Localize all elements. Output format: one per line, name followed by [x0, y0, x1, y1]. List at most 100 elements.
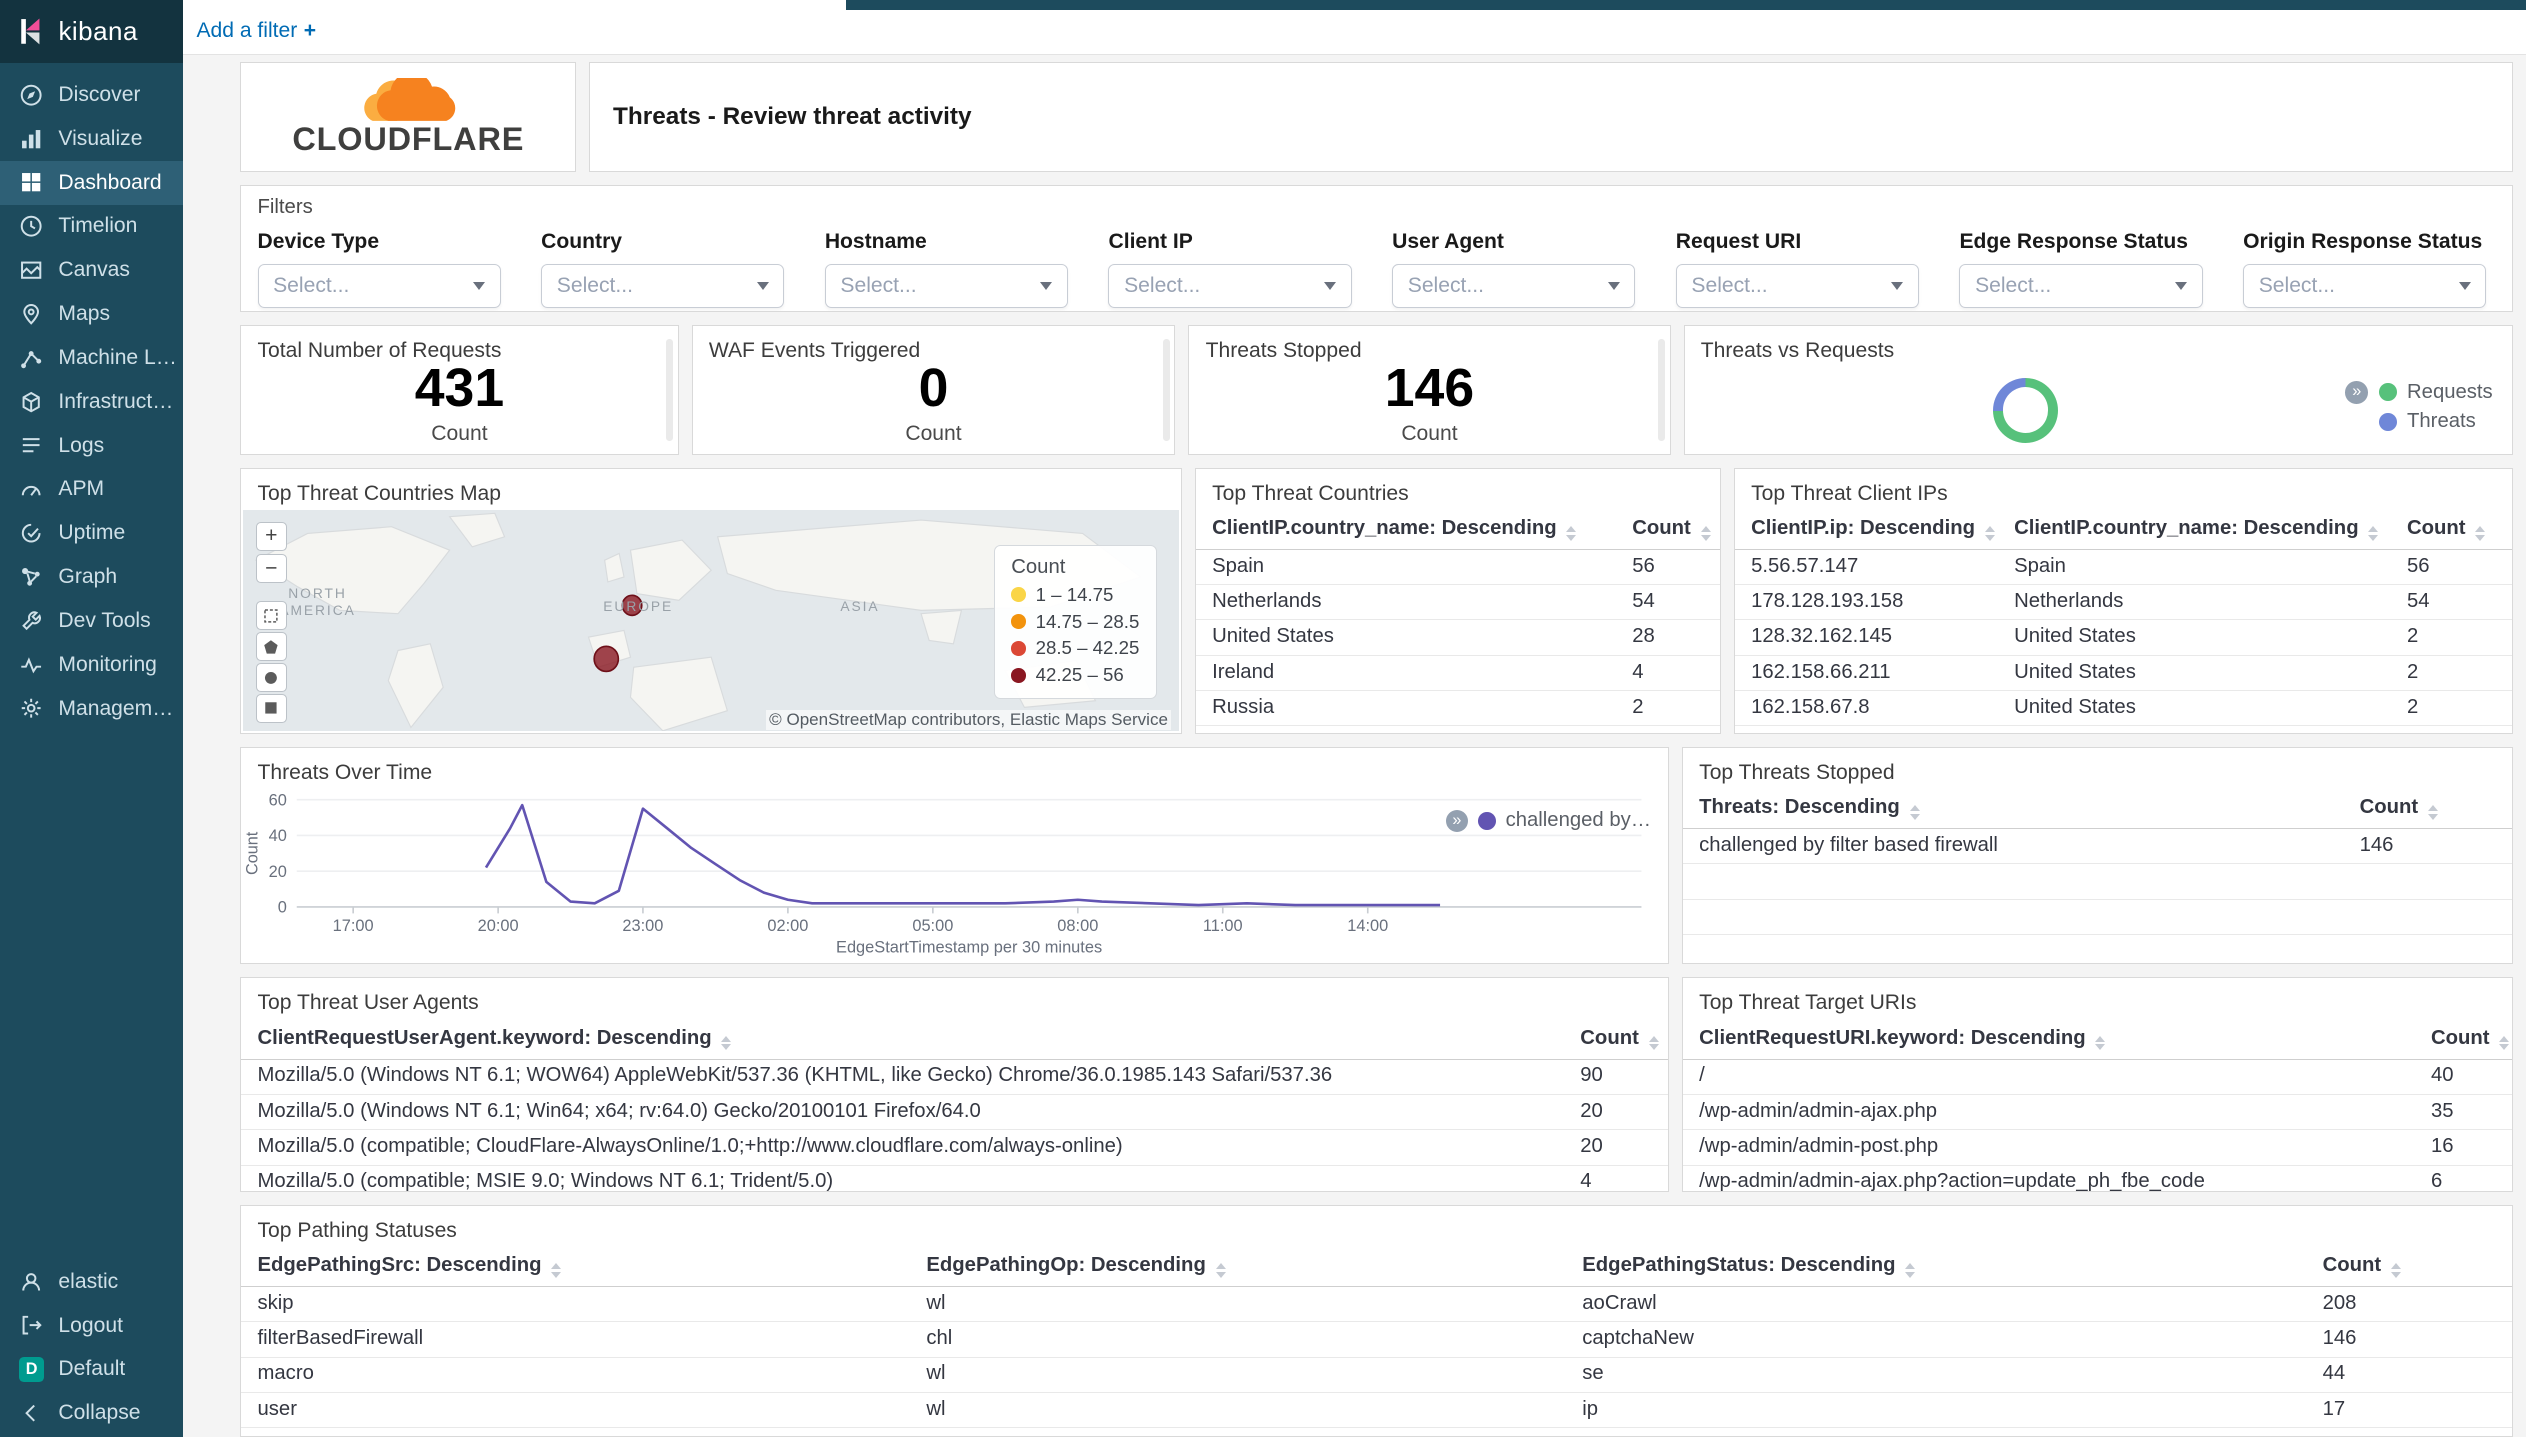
scrollbar[interactable]	[1658, 338, 1665, 441]
legend-item-threats[interactable]: Threats	[2379, 410, 2492, 433]
legend-item-requests[interactable]: Requests	[2379, 380, 2493, 404]
svg-text:60: 60	[269, 791, 287, 809]
select-placeholder: Select...	[2258, 273, 2335, 297]
column-header-edgepathingstatus-descending[interactable]: EdgePathingStatus: Descending	[1566, 1247, 2307, 1287]
sort-icon	[721, 1036, 732, 1050]
column-header-count[interactable]: Count	[1615, 510, 1720, 550]
scrollbar[interactable]	[1163, 338, 1170, 441]
panel-title: Top Threat Target URIs	[1699, 991, 1917, 1015]
column-header-count[interactable]: Count	[2390, 510, 2513, 550]
sort-icon	[1700, 526, 1711, 541]
column-header-edgepathingop-descending[interactable]: EdgePathingOp: Descending	[910, 1247, 1567, 1287]
filter-select-edge-response-status[interactable]: Select...	[1959, 263, 2203, 308]
table-row: Mozilla/5.0 (Windows NT 6.1; WOW64) Appl…	[241, 1059, 1668, 1095]
sidebar-item-elastic[interactable]: elastic	[0, 1260, 183, 1304]
map-attribution[interactable]: © OpenStreetMap contributors, Elastic Ma…	[765, 709, 1172, 730]
sidebar-item-logout[interactable]: Logout	[0, 1304, 183, 1348]
filter-select-client-ip[interactable]: Select...	[1108, 263, 1352, 308]
map-point-spain[interactable]	[593, 645, 620, 673]
infrastructure-icon	[19, 390, 43, 414]
panel-top-threat-user-agents: Top Threat User Agents ClientRequestUser…	[240, 977, 1669, 1192]
sidebar-item-maps[interactable]: Maps	[0, 292, 183, 336]
sort-icon	[551, 1263, 562, 1278]
chevron-down-icon	[1040, 281, 1053, 290]
column-header-count[interactable]: Count	[1564, 1020, 1668, 1060]
column-header-count[interactable]: Count	[2306, 1247, 2513, 1287]
metric-label: Count	[431, 422, 488, 446]
maps-icon	[19, 302, 43, 326]
add-filter-button[interactable]: Add a filter +	[196, 19, 316, 43]
sidebar-item-management[interactable]: Management	[0, 687, 183, 731]
panel-top-threat-target-uris: Top Threat Target URIs ClientRequestURI.…	[1681, 977, 2514, 1192]
tot-legend-label[interactable]: challenged by filter based firewall	[1506, 809, 1655, 832]
map-legend-class: 28.5 – 42.25	[1011, 637, 1139, 659]
circle-tool-icon[interactable]	[255, 662, 287, 693]
filter-select-origin-response-status[interactable]: Select...	[2243, 263, 2487, 308]
column-header-clientrequesturi-keyword-descending[interactable]: ClientRequestURI.keyword: Descending	[1682, 1020, 2415, 1060]
table-row: /wp-admin/admin-ajax.php?action=update_p…	[1682, 1165, 2513, 1191]
table-row-empty	[1682, 899, 2513, 936]
legend-toggle-icon[interactable]: »	[1445, 809, 1469, 833]
filter-label: Country	[541, 230, 623, 254]
scrollbar[interactable]	[666, 338, 673, 441]
tot-legend: » challenged by filter based firewall	[1445, 809, 1655, 833]
threats-vs-requests-donut[interactable]	[1992, 377, 2058, 443]
sidebar-item-timelion[interactable]: Timelion	[0, 205, 183, 249]
sidebar-item-infrastructure[interactable]: Infrastructure	[0, 380, 183, 424]
filter-select-device-type[interactable]: Select...	[257, 263, 501, 308]
filter-select-hostname[interactable]: Select...	[824, 263, 1068, 308]
filter-field-user-agent: User Agent Select...	[1392, 230, 1636, 308]
column-header-count[interactable]: Count	[2414, 1020, 2513, 1060]
filter-label: User Agent	[1392, 230, 1504, 254]
sidebar-item-logs[interactable]: Logs	[0, 424, 183, 468]
filter-select-request-uri[interactable]: Select...	[1675, 263, 1919, 308]
sidebar-item-label: Logs	[58, 433, 105, 457]
column-header-clientip-country-name-descending[interactable]: ClientIP.country_name: Descending	[1195, 510, 1616, 550]
sidebar-item-canvas[interactable]: Canvas	[0, 248, 183, 292]
zoom-out-icon[interactable]: −	[255, 554, 287, 584]
sidebar-item-collapse[interactable]: Collapse	[0, 1391, 183, 1435]
column-header-threats-descending[interactable]: Threats: Descending	[1682, 789, 2344, 829]
bounds-tool-icon[interactable]	[255, 601, 287, 631]
sidebar-item-monitoring[interactable]: Monitoring	[0, 643, 183, 687]
square-tool-icon[interactable]	[255, 693, 287, 723]
graph-icon	[19, 565, 43, 589]
sidebar-item-machine-learning[interactable]: Machine Learning	[0, 336, 183, 380]
sort-icon	[1905, 1263, 1916, 1278]
table-row: /40	[1682, 1059, 2513, 1095]
legend-toggle-icon[interactable]: »	[2345, 380, 2369, 404]
table-row: Mozilla/5.0 (compatible; CloudFlare-Alwa…	[241, 1129, 1668, 1166]
sidebar-item-label: elastic	[58, 1269, 119, 1293]
world-map[interactable]: NORTH AMERICA EUROPE ASIA + − Count 1 – …	[242, 510, 1180, 732]
sidebar-item-dashboard[interactable]: Dashboard	[0, 160, 184, 205]
column-header-count[interactable]: Count	[2343, 789, 2513, 829]
kibana-brand[interactable]: kibana	[0, 0, 184, 64]
sidebar-item-graph[interactable]: Graph	[0, 555, 183, 599]
timelion-icon	[19, 214, 43, 238]
sidebar-item-default[interactable]: D Default	[0, 1348, 183, 1392]
filter-select-user-agent[interactable]: Select...	[1392, 263, 1636, 308]
sidebar-item-discover[interactable]: Discover	[0, 73, 183, 117]
column-header-clientip-ip-descending[interactable]: ClientIP.ip: Descending	[1734, 510, 1998, 550]
sidebar-item-apm[interactable]: APM	[0, 468, 183, 512]
column-header-edgepathingsrc-descending[interactable]: EdgePathingSrc: Descending	[241, 1247, 911, 1287]
svg-text:02:00: 02:00	[768, 917, 809, 935]
filter-select-country[interactable]: Select...	[541, 263, 785, 308]
legend-color-dot	[2379, 383, 2398, 402]
sort-icon	[1648, 1036, 1659, 1050]
sidebar-item-label: Default	[58, 1357, 126, 1381]
zoom-in-icon[interactable]: +	[255, 521, 287, 551]
legend-label: Requests	[2407, 380, 2493, 403]
sidebar-item-uptime[interactable]: Uptime	[0, 511, 183, 555]
polygon-tool-icon[interactable]	[255, 632, 287, 662]
panel-top-threats-stopped: Top Threats Stopped Threats: Descending C…	[1681, 746, 2514, 965]
sidebar-item-visualize[interactable]: Visualize	[0, 117, 183, 161]
sidebar-item-dev-tools[interactable]: Dev Tools	[0, 599, 183, 643]
column-header-clientrequestuseragent-keyword-descending[interactable]: ClientRequestUserAgent.keyword: Descendi…	[241, 1020, 1565, 1060]
table-row: Ireland 4	[1195, 655, 1720, 692]
table-row: Spain 56	[1195, 549, 1720, 586]
svg-text:40: 40	[269, 827, 287, 845]
column-header-clientip-country-name-descending[interactable]: ClientIP.country_name: Descending	[1997, 510, 2391, 550]
pathing-row: Top Pathing Statuses EdgePathingSrc: Des…	[240, 1204, 2514, 1437]
table-row: 5.56.57.147 Spain 56	[1734, 549, 2513, 586]
